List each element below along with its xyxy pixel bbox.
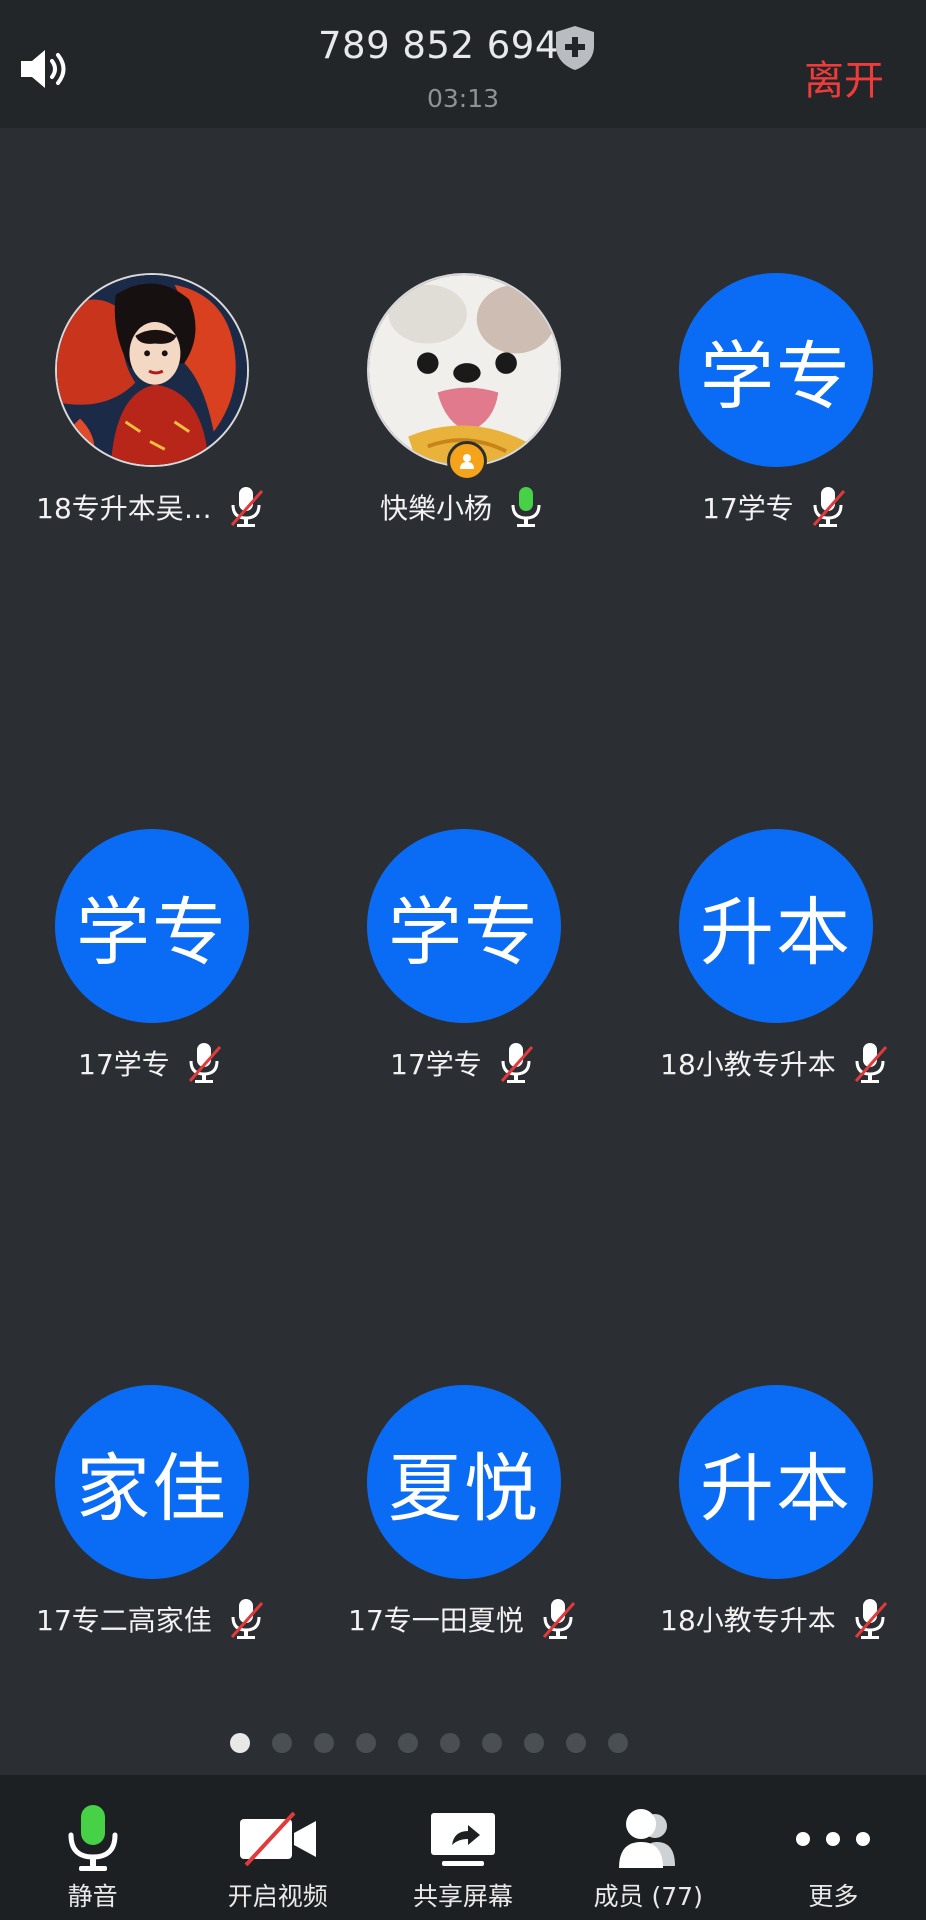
mute-label: 静音 <box>67 1882 118 1911</box>
participant-name: 17专一田夏悦 <box>348 1604 524 1637</box>
participant-name-row: 17学专 <box>309 1041 617 1085</box>
participant-tile[interactable]: 快樂小杨 <box>309 273 617 573</box>
participant-tile[interactable]: 学专 17学专 <box>309 829 617 1129</box>
participant-tile[interactable]: 18专升本吴… <box>0 273 305 573</box>
participant-name: 17学专 <box>390 1048 482 1081</box>
participant-avatar: 学专 <box>367 829 561 1023</box>
more-label: 更多 <box>808 1882 859 1911</box>
participant-name-row: 18小教专升本 <box>621 1041 926 1085</box>
page-dot[interactable] <box>314 1733 334 1753</box>
mute-button[interactable]: 静音 <box>0 1775 185 1920</box>
page-dot[interactable] <box>482 1733 502 1753</box>
mic-muted-icon[interactable] <box>808 485 848 529</box>
participant-name: 17专二高家佳 <box>36 1604 212 1637</box>
participant-name: 18专升本吴… <box>36 492 212 525</box>
participant-avatar: 夏悦 <box>367 1385 561 1579</box>
more-icon <box>788 1799 878 1879</box>
mic-muted-icon[interactable] <box>226 1597 266 1641</box>
share-screen-icon <box>418 1799 508 1879</box>
mic-muted-icon[interactable] <box>850 1041 890 1085</box>
page-dot[interactable] <box>566 1733 586 1753</box>
meeting-timer: 03:13 <box>426 84 500 113</box>
page-indicator <box>230 1732 650 1754</box>
meeting-id[interactable]: 789 852 694 <box>318 24 559 67</box>
members-icon <box>603 1799 693 1879</box>
mic-active-icon[interactable] <box>506 485 546 529</box>
leave-button[interactable]: 离开 <box>804 48 884 106</box>
participant-name: 18小教专升本 <box>660 1048 836 1081</box>
participant-name-row: 17专一田夏悦 <box>309 1597 617 1641</box>
members-button[interactable]: 成员 (77) <box>556 1775 741 1920</box>
mic-muted-icon[interactable] <box>538 1597 578 1641</box>
participant-name-row: 快樂小杨 <box>309 485 617 529</box>
participant-name-row: 17学专 <box>0 1041 305 1085</box>
participant-tile[interactable]: 家佳 17专二高家佳 <box>0 1385 305 1685</box>
participant-avatar <box>367 273 561 467</box>
participant-tile[interactable]: 学专 17学专 <box>0 829 305 1129</box>
page-dot[interactable] <box>398 1733 418 1753</box>
page-dot[interactable] <box>608 1733 628 1753</box>
mic-muted-icon[interactable] <box>226 485 266 529</box>
participant-tile[interactable]: 升本 18小教专升本 <box>621 829 926 1129</box>
participant-avatar: 学专 <box>679 273 873 467</box>
members-label: 成员 (77) <box>593 1882 703 1911</box>
start-video-label: 开启视频 <box>227 1882 328 1911</box>
host-badge-icon <box>447 441 487 481</box>
participant-name: 17学专 <box>78 1048 170 1081</box>
page-dot[interactable] <box>440 1733 460 1753</box>
mic-muted-icon[interactable] <box>850 1597 890 1641</box>
shield-plus-icon[interactable] <box>553 24 597 72</box>
dog-photo-image <box>369 275 559 465</box>
participant-name-row: 17学专 <box>621 485 926 529</box>
participant-name: 17学专 <box>702 492 794 525</box>
page-dot[interactable] <box>356 1733 376 1753</box>
participant-name-row: 17专二高家佳 <box>0 1597 305 1641</box>
participant-name-row: 18专升本吴… <box>0 485 305 529</box>
participant-tile[interactable]: 学专 17学专 <box>621 273 926 573</box>
participant-name: 快樂小杨 <box>379 492 492 525</box>
participant-name: 18小教专升本 <box>660 1604 836 1637</box>
participant-avatar: 升本 <box>679 829 873 1023</box>
participant-avatar <box>55 273 249 467</box>
share-screen-label: 共享屏幕 <box>413 1882 514 1911</box>
video-off-icon <box>233 1799 323 1879</box>
participant-name-row: 18小教专升本 <box>621 1597 926 1641</box>
share-screen-button[interactable]: 共享屏幕 <box>370 1775 555 1920</box>
mic-muted-icon[interactable] <box>184 1041 224 1085</box>
start-video-button[interactable]: 开启视频 <box>185 1775 370 1920</box>
meeting-header: 789 852 694 03:13 离开 <box>0 0 926 128</box>
page-dot[interactable] <box>524 1733 544 1753</box>
participant-avatar: 学专 <box>55 829 249 1023</box>
participant-tile[interactable]: 夏悦 17专一田夏悦 <box>309 1385 617 1685</box>
participant-avatar: 升本 <box>679 1385 873 1579</box>
participant-tile[interactable]: 升本 18小教专升本 <box>621 1385 926 1685</box>
mic-muted-icon[interactable] <box>496 1041 536 1085</box>
page-dot[interactable] <box>230 1733 250 1753</box>
meeting-toolbar: 静音 开启视频 共享屏幕 成员 (77) 更多 <box>0 1775 926 1920</box>
microphone-icon <box>48 1799 138 1879</box>
page-dot[interactable] <box>272 1733 292 1753</box>
participant-avatar: 家佳 <box>55 1385 249 1579</box>
anime-portrait-image <box>57 275 247 465</box>
more-button[interactable]: 更多 <box>741 1775 926 1920</box>
